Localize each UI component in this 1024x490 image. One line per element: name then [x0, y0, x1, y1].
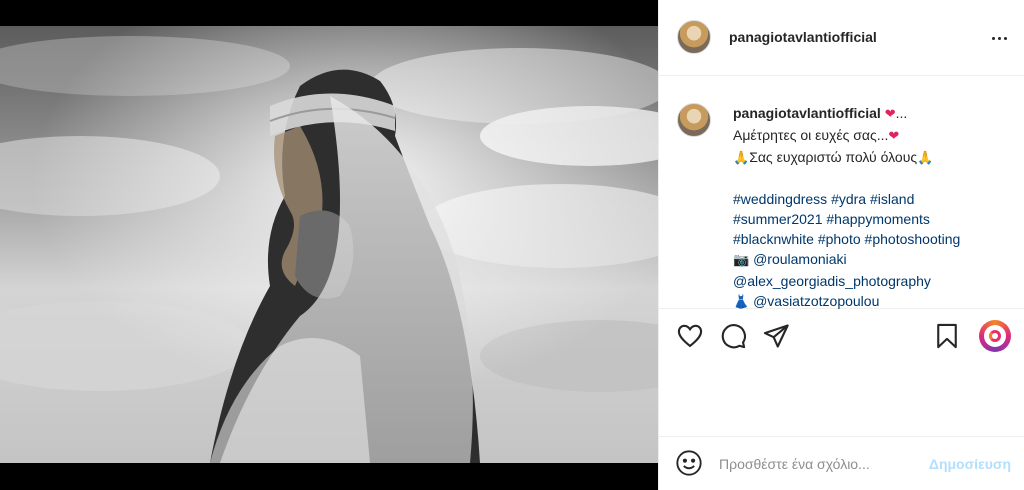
post-author-username[interactable]: panagiotavlantiofficial: [729, 29, 877, 45]
caption-line-1: Αμέτρητες οι ευχές σας...❤: [733, 125, 1017, 147]
hashtag-link[interactable]: #summer2021: [733, 211, 823, 227]
post-header: panagiotavlantiofficial: [659, 0, 1024, 76]
caption-title-suffix: ...: [895, 105, 908, 121]
post-side-panel: panagiotavlantiofficial panagiotavlantio…: [658, 0, 1024, 490]
hashtag-link[interactable]: #photo: [818, 231, 861, 247]
like-heart-icon[interactable]: [676, 322, 704, 350]
mention-link[interactable]: @alex_georgiadis_photography: [733, 273, 931, 289]
post-comment-button[interactable]: Δημοσίευση: [929, 456, 1011, 472]
credit-photographer-line: 📷 @roulamoniaki: [733, 249, 1017, 271]
hashtag-link[interactable]: #blacknwhite: [733, 231, 814, 247]
mention-link[interactable]: @vasiatzotzopoulou: [753, 293, 879, 309]
hashtag-line-1: #weddingdress #ydra #island: [733, 189, 1017, 209]
post-caption: panagiotavlantiofficial ❤... Αμέτρητες ο…: [659, 77, 1024, 310]
activity-ring-glyph: [989, 330, 1001, 342]
avatar[interactable]: [677, 20, 711, 54]
hashtag-line-2: #summer2021 #happymoments: [733, 209, 1017, 229]
camera-emoji-icon: 📷: [733, 253, 750, 268]
post-photo[interactable]: [0, 26, 658, 463]
dot: [991, 36, 995, 40]
hashtag-line-3: #blacknwhite #photo #photoshooting: [733, 229, 1017, 249]
hashtag-link[interactable]: #happymoments: [826, 211, 930, 227]
caption-text: panagiotavlantiofficial ❤... Αμέτρητες ο…: [733, 103, 1017, 313]
activity-ring-inner: [984, 325, 1006, 347]
dot: [1003, 36, 1007, 40]
caption-line-2: 🙏Σας ευχαριστώ πολύ όλους🙏: [733, 147, 1017, 169]
save-bookmark-icon[interactable]: [933, 322, 961, 350]
dot: [997, 36, 1001, 40]
heart-emoji-icon: ❤: [884, 107, 896, 122]
caption-line-1-text: Αμέτρητες οι ευχές σας...: [733, 127, 889, 143]
add-comment-bar: Δημοσίευση: [659, 436, 1024, 490]
credit-studio-line: @alex_georgiadis_photography: [733, 271, 1017, 291]
hashtag-link[interactable]: #weddingdress: [733, 191, 827, 207]
post-actions-bar: [659, 310, 1024, 362]
dress-emoji-icon: 👗: [733, 295, 750, 310]
caption-username[interactable]: panagiotavlantiofficial: [733, 105, 881, 121]
share-paper-plane-icon[interactable]: [762, 322, 790, 350]
post-media-panel: [0, 0, 658, 490]
emoji-smiley-icon[interactable]: [675, 449, 703, 477]
caption-avatar[interactable]: [677, 103, 711, 137]
heart-emoji-icon: ❤: [888, 129, 900, 144]
hashtag-link[interactable]: #ydra: [831, 191, 866, 207]
comment-bubble-icon[interactable]: [719, 322, 747, 350]
comment-input[interactable]: [719, 454, 919, 474]
hashtag-link[interactable]: #photoshooting: [865, 231, 961, 247]
hashtag-link[interactable]: #island: [870, 191, 914, 207]
activity-ring-icon[interactable]: [979, 320, 1011, 352]
pray-emoji-icon: 🙏: [733, 151, 750, 166]
caption-line-2-text: Σας ευχαριστώ πολύ όλους: [749, 149, 918, 165]
photo-illustration: [0, 26, 658, 463]
caption-title-line: panagiotavlantiofficial ❤...: [733, 103, 1017, 125]
more-options-icon[interactable]: [987, 26, 1011, 50]
pray-emoji-icon: 🙏: [917, 151, 934, 166]
mention-link[interactable]: @roulamoniaki: [753, 251, 847, 267]
